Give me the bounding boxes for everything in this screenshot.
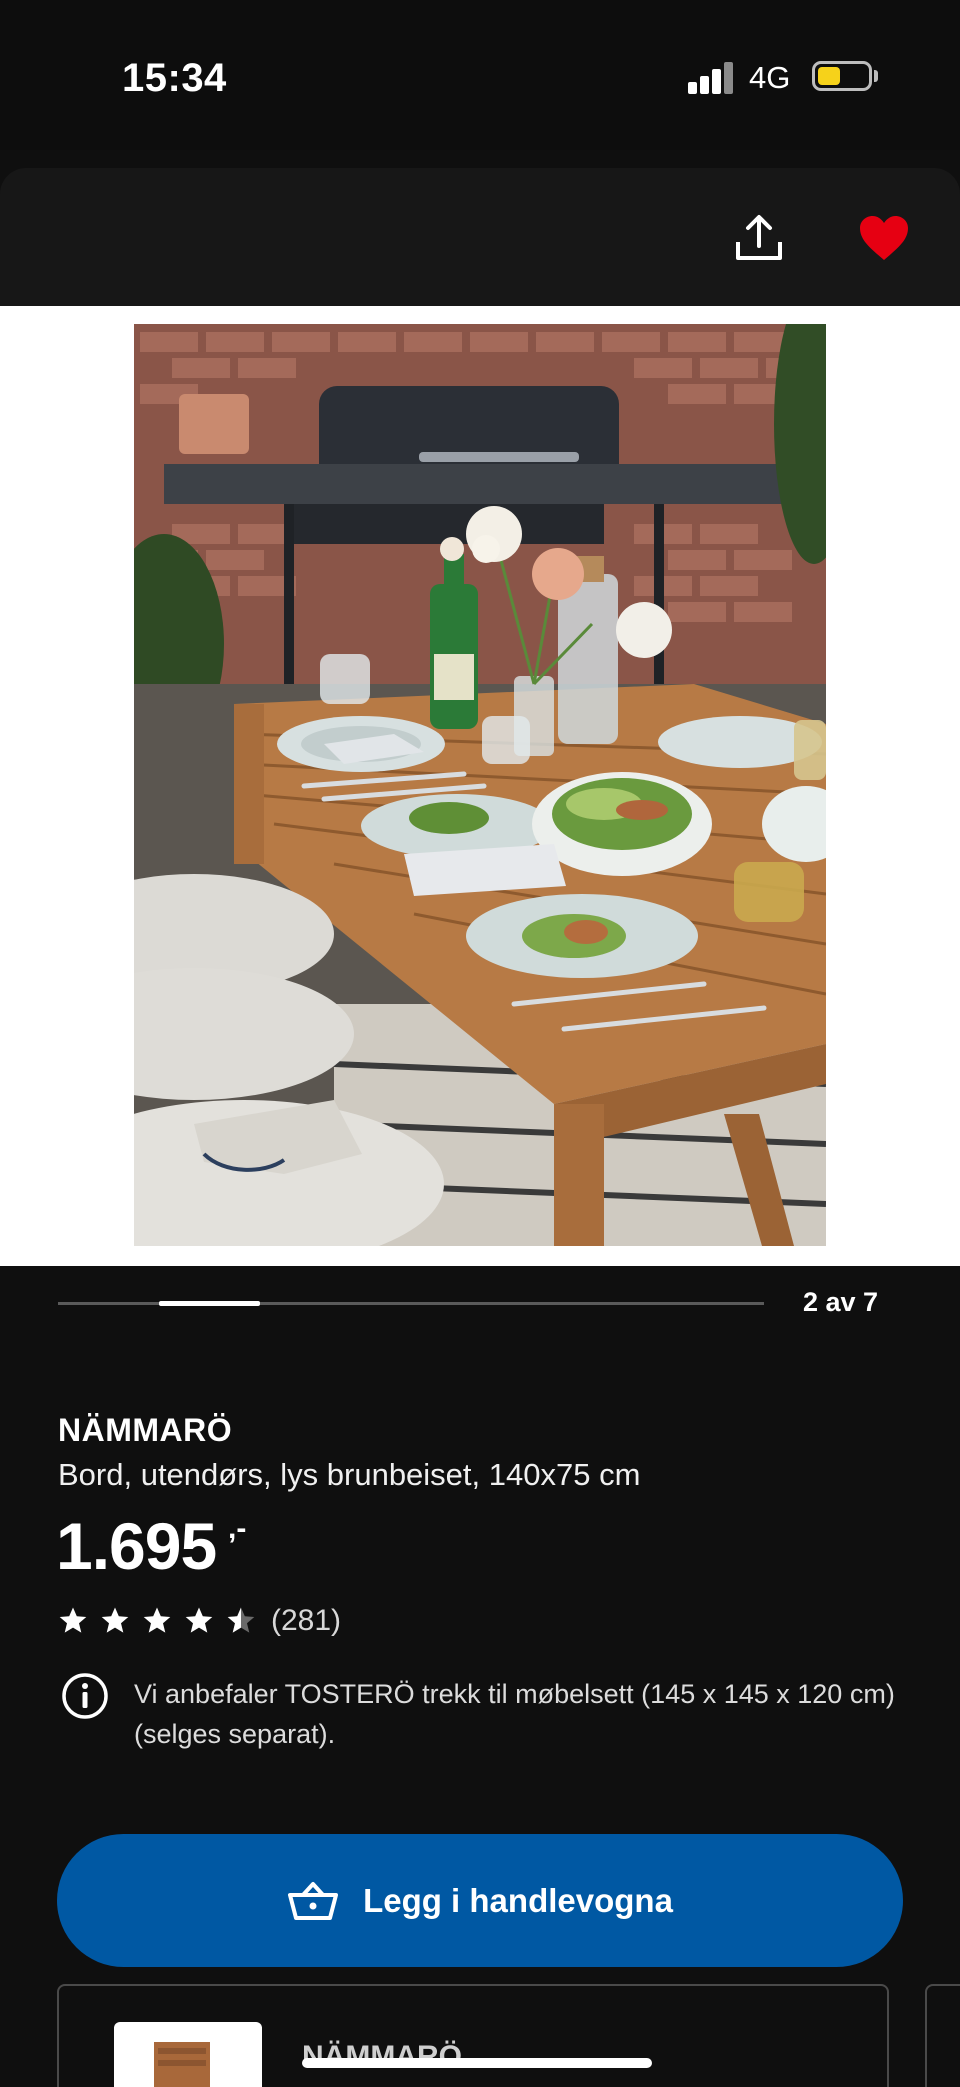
half-star-icon <box>227 1607 255 1633</box>
share-icon[interactable] <box>732 212 786 266</box>
gallery-progress-indicator <box>158 1301 260 1306</box>
basket-icon <box>288 1881 339 1920</box>
chair-image <box>154 2042 210 2087</box>
info-icon <box>62 1673 108 1719</box>
status-bar: 15:34 4G <box>0 0 960 150</box>
signal-icon <box>688 62 734 94</box>
add-to-cart-button[interactable]: Legg i handlevogna <box>57 1834 903 1967</box>
network-label: 4G <box>749 60 791 95</box>
status-time: 15:34 <box>122 56 227 100</box>
recommendation-text: Vi anbefaler TOSTERÖ trekk til møbelsett… <box>134 1679 895 1749</box>
product-image-area[interactable] <box>0 306 960 1266</box>
rating-count[interactable]: (281) <box>271 1604 341 1638</box>
heart-icon[interactable] <box>858 214 910 262</box>
battery-fill <box>818 67 840 85</box>
rating-stars[interactable] <box>58 1606 256 1638</box>
related-product-thumbnail <box>114 2022 262 2087</box>
related-product-name: NÄMMARÖ <box>302 2040 462 2073</box>
product-photo <box>134 324 826 1246</box>
price-suffix: ,- <box>228 1512 247 1545</box>
star-icon <box>143 1607 171 1633</box>
star-icon <box>59 1607 87 1633</box>
sheet-header <box>0 168 960 306</box>
gallery-counter: 2 av 7 <box>803 1287 879 1317</box>
home-indicator[interactable] <box>302 2058 652 2068</box>
related-product-card-next[interactable] <box>925 1984 960 2087</box>
product-description: Bord, utendørs, lys brunbeiset, 140x75 c… <box>58 1457 641 1492</box>
product-price: 1.695 <box>56 1509 217 1583</box>
battery-icon <box>812 61 872 91</box>
add-to-cart-label: Legg i handlevogna <box>363 1881 673 1919</box>
star-icon <box>185 1607 213 1633</box>
product-name: NÄMMARÖ <box>58 1412 233 1448</box>
star-icon <box>101 1607 129 1633</box>
battery-tip <box>874 70 878 82</box>
